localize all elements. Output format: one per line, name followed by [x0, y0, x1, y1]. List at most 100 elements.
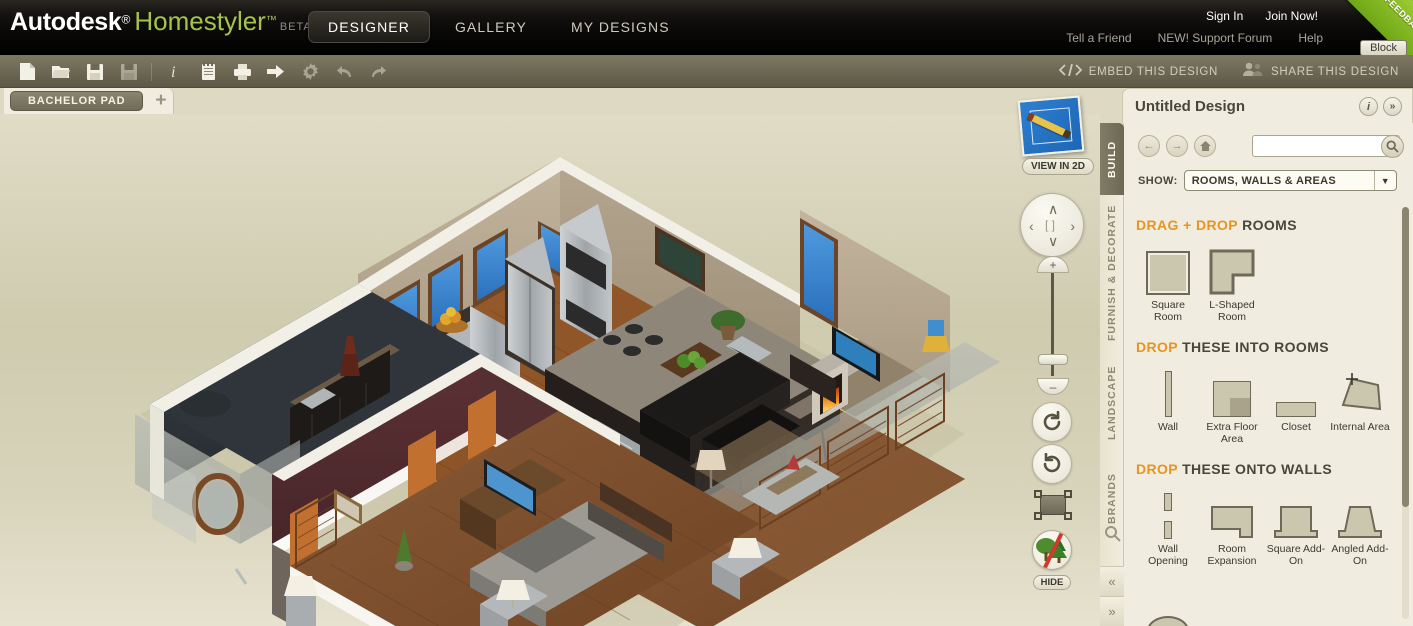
notes-icon[interactable]	[193, 58, 223, 86]
panel-search-input[interactable]	[1253, 136, 1375, 156]
room-expansion-icon	[1200, 483, 1264, 539]
arch-icon	[1136, 577, 1200, 626]
design-canvas[interactable]	[0, 114, 1100, 626]
palette-label: Room Expansion	[1207, 543, 1257, 567]
zoom-slider-handle[interactable]	[1038, 354, 1068, 365]
palette-item-angled-add-on[interactable]: Angled Add- On	[1328, 483, 1392, 567]
sign-in-link[interactable]: Sign In	[1206, 9, 1243, 23]
embed-this-design-label: EMBED THIS DESIGN	[1088, 65, 1218, 78]
floorplan-3d-render[interactable]	[0, 114, 1100, 626]
vtab-furnish-decorate[interactable]: FURNISH & DECORATE	[1100, 199, 1124, 347]
export-icon[interactable]	[261, 58, 291, 86]
view-in-2d-button[interactable]: VIEW IN 2D	[1014, 95, 1094, 175]
section-2-heading-rest: THESE INTO ROOMS	[1177, 339, 1330, 355]
undo-icon[interactable]	[329, 58, 359, 86]
embed-this-design-button[interactable]: EMBED THIS DESIGN	[1058, 63, 1218, 81]
palette-item-internal-area[interactable]: Internal Area	[1328, 361, 1392, 445]
panel-search-icon[interactable]	[1104, 525, 1121, 542]
vtab-landscape[interactable]: LANDSCAPE	[1100, 351, 1124, 455]
document-tab-bachelor-pad[interactable]: BACHELOR PAD	[10, 91, 144, 111]
block-button[interactable]: Block	[1360, 40, 1407, 56]
collapse-panel-icon[interactable]: »	[1383, 97, 1402, 116]
hide-landscape-button[interactable]: HIDE	[1028, 530, 1076, 590]
share-people-icon	[1242, 62, 1264, 82]
hide-label-wrap: HIDE	[1028, 572, 1076, 590]
chevron-down-icon[interactable]: ▼	[1373, 171, 1396, 190]
panel-search-box[interactable]	[1252, 135, 1404, 158]
show-dropdown[interactable]: ROOMS, WALLS & AREAS ▼	[1183, 170, 1397, 191]
open-folder-icon[interactable]	[46, 58, 76, 86]
nav-home-button[interactable]	[1194, 135, 1216, 157]
collapse-right-button[interactable]: »	[1100, 596, 1124, 626]
section-1-heading-rest: ROOMS	[1237, 217, 1297, 233]
palette-item-square-room[interactable]: Square Room	[1136, 239, 1200, 323]
palette-label: Internal Area	[1330, 421, 1390, 433]
palette-item-extra-floor-area[interactable]: Extra Floor Area	[1200, 361, 1264, 445]
show-selected-value: ROOMS, WALLS & AREAS	[1191, 174, 1337, 187]
fit-to-screen-button[interactable]	[1034, 490, 1072, 520]
pan-dpad[interactable]: ∧ ∨ ‹ › [ ]	[1020, 193, 1084, 257]
support-forum-link[interactable]: NEW! Support Forum	[1158, 31, 1273, 45]
screen-icon	[1040, 495, 1066, 515]
palette-item-square-add-on[interactable]: Square Add- On	[1264, 483, 1328, 567]
view-in-2d-label-wrap: VIEW IN 2D	[1014, 156, 1102, 175]
panel-scrollbar[interactable]	[1402, 207, 1409, 619]
pan-right-icon[interactable]: ›	[1070, 219, 1075, 233]
closet-icon	[1264, 361, 1328, 417]
search-submit-button[interactable]	[1381, 135, 1404, 158]
save-as-icon[interactable]	[114, 58, 144, 86]
nav-designer[interactable]: DESIGNER	[308, 11, 430, 43]
palette-item-wall[interactable]: Wall	[1136, 361, 1200, 445]
home-icon	[1199, 141, 1211, 151]
palette-item-arch-partial[interactable]	[1136, 577, 1200, 626]
save-icon[interactable]	[80, 58, 110, 86]
section-3-heading-highlight: DROP	[1136, 461, 1178, 477]
new-design-icon[interactable]	[12, 58, 42, 86]
palette-item-wall-opening[interactable]: Wall Opening	[1136, 483, 1200, 567]
nav-back-button[interactable]: ←	[1138, 135, 1160, 157]
nav-forward-button[interactable]: →	[1166, 135, 1188, 157]
hide-label: HIDE	[1032, 575, 1072, 590]
collapse-left-button[interactable]: «	[1100, 566, 1124, 596]
brand-logo[interactable]: Autodesk® Homestyler™BETA	[10, 6, 312, 37]
toolbar-divider	[151, 62, 152, 81]
palette-item-room-expansion[interactable]: Room Expansion	[1200, 483, 1264, 567]
show-filter-row: SHOW: ROOMS, WALLS & AREAS ▼	[1138, 170, 1397, 191]
build-palette-sections: DRAG + DROP ROOMS Square Room L-Shaped R…	[1124, 201, 1413, 626]
rotate-left-icon	[1043, 411, 1061, 431]
panel-header-icons: i »	[1359, 97, 1402, 116]
palette-item-l-shaped-room[interactable]: L-Shaped Room	[1200, 239, 1264, 323]
palette-label: Square Add- On	[1266, 543, 1326, 567]
section-4-items-partial	[1124, 577, 1413, 626]
pan-down-icon[interactable]: ∨	[1048, 234, 1058, 248]
zoom-out-button[interactable]: –	[1037, 378, 1069, 395]
join-now-link[interactable]: Join Now!	[1265, 9, 1318, 23]
scrollbar-thumb[interactable]	[1402, 207, 1409, 507]
pan-left-icon[interactable]: ‹	[1029, 219, 1034, 233]
document-tab-group: BACHELOR PAD +	[4, 88, 174, 114]
section-2-items: Wall Extra Floor Area Closet Internal Ar…	[1124, 361, 1413, 445]
tell-a-friend-link[interactable]: Tell a Friend	[1066, 31, 1131, 45]
redo-icon[interactable]	[363, 58, 393, 86]
add-tab-button[interactable]: +	[155, 91, 166, 110]
panel-header: Untitled Design i »	[1122, 88, 1413, 123]
pan-up-icon[interactable]: ∧	[1048, 202, 1058, 216]
nav-gallery[interactable]: GALLERY	[436, 12, 546, 42]
share-this-design-button[interactable]: SHARE THIS DESIGN	[1242, 62, 1399, 82]
palette-item-closet[interactable]: Closet	[1264, 361, 1328, 445]
pan-center-icon[interactable]: [ ]	[1045, 219, 1055, 231]
info-icon[interactable]: i	[1359, 97, 1378, 116]
rotate-right-button[interactable]	[1032, 444, 1072, 484]
settings-gear-icon[interactable]	[295, 58, 325, 86]
section-3-items: Wall Opening Room Expansion Square Add- …	[1124, 483, 1413, 567]
zoom-in-button[interactable]: +	[1037, 256, 1069, 273]
help-link[interactable]: Help	[1298, 31, 1323, 45]
palette-label: Angled Add- On	[1331, 543, 1389, 567]
vtab-build[interactable]: BUILD	[1100, 123, 1124, 195]
toolbar-tools: i	[12, 55, 393, 88]
info-icon[interactable]: i	[159, 58, 189, 86]
palette-label: Closet	[1281, 421, 1311, 433]
nav-my-designs[interactable]: MY DESIGNS	[552, 12, 689, 42]
print-icon[interactable]	[227, 58, 257, 86]
rotate-left-button[interactable]	[1032, 402, 1072, 442]
